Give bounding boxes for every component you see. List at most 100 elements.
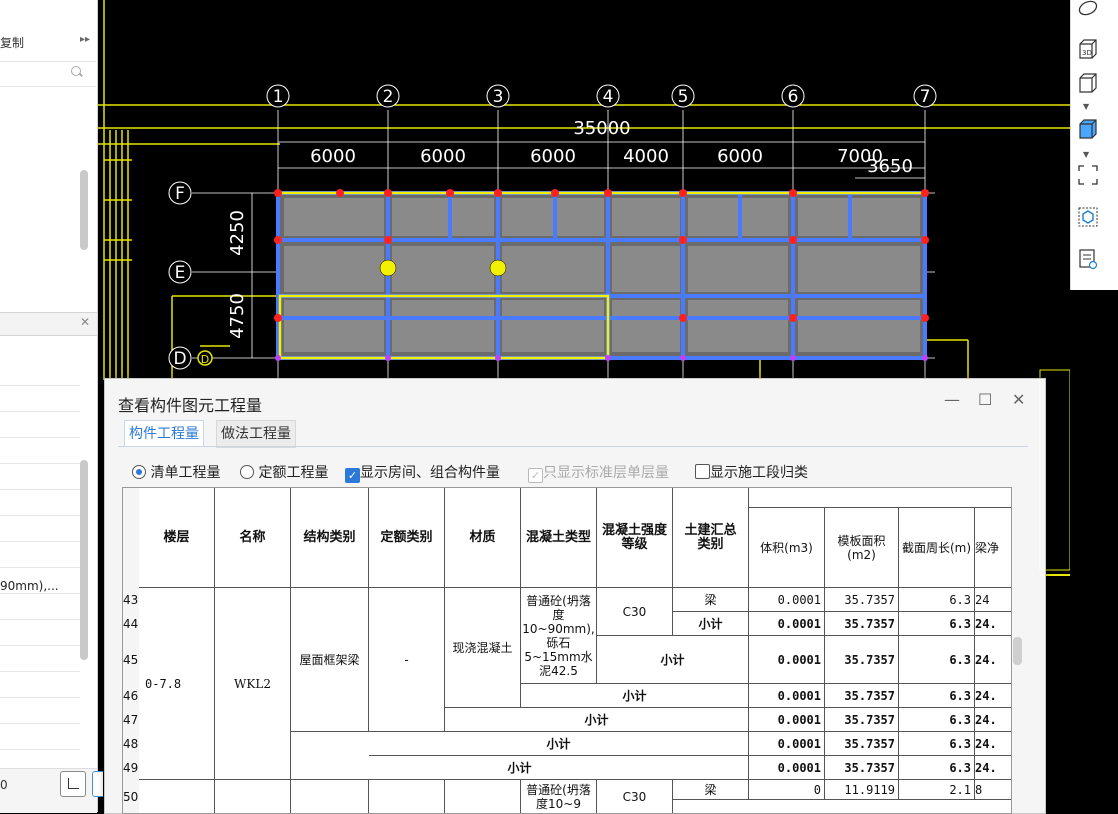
cell-subtotal[interactable]: 小计 bbox=[673, 612, 749, 636]
cell-volume[interactable]: 0 bbox=[749, 780, 825, 800]
cell-floor[interactable]: 0-7.8 bbox=[139, 588, 215, 780]
orbit-icon[interactable] bbox=[1077, 0, 1099, 22]
radio-bill-quantity[interactable]: 清单工程量 bbox=[132, 462, 220, 482]
cell-net[interactable]: 24 bbox=[975, 588, 1011, 612]
cell-structure[interactable] bbox=[291, 780, 369, 813]
maximize-button[interactable]: ☐ bbox=[978, 390, 992, 409]
list-item[interactable] bbox=[0, 516, 80, 542]
box-view-icon[interactable] bbox=[1077, 72, 1099, 94]
cell-formwork[interactable]: 35.7357 bbox=[825, 708, 899, 732]
list-item[interactable] bbox=[0, 386, 80, 412]
list-item[interactable] bbox=[0, 412, 80, 438]
cell-name[interactable] bbox=[215, 780, 291, 813]
list-item[interactable] bbox=[0, 464, 80, 490]
checkbox-show-stage[interactable]: 显示施工段归类 bbox=[695, 462, 808, 482]
solid-box-icon[interactable] bbox=[1077, 118, 1099, 140]
tool-button[interactable] bbox=[92, 771, 103, 797]
cell-concrete-type[interactable]: 普通砼(坍落度10~9 bbox=[521, 780, 597, 813]
cell-grade[interactable]: C30 bbox=[597, 780, 673, 813]
cell-subtotal[interactable]: 小计 bbox=[597, 636, 749, 684]
cell-perimeter[interactable]: 6.3 bbox=[899, 588, 975, 612]
cell-formwork[interactable]: 35.7357 bbox=[825, 684, 899, 708]
cell-net[interactable]: 24. bbox=[975, 732, 1011, 756]
list-item[interactable] bbox=[0, 438, 80, 464]
header-concrete-type[interactable]: 混凝土类型 bbox=[521, 488, 597, 588]
view-3d-icon[interactable]: 3D bbox=[1077, 38, 1099, 60]
cell-volume[interactable]: 0.0001 bbox=[749, 732, 825, 756]
dropdown-arrow-icon[interactable]: ▼ bbox=[1083, 102, 1089, 111]
cell-category[interactable]: 梁 bbox=[673, 588, 749, 612]
dropdown-arrow-icon[interactable]: ▼ bbox=[1083, 150, 1089, 159]
cell-structure[interactable]: 屋面框架梁 bbox=[291, 588, 369, 732]
cell-category[interactable]: 梁 bbox=[673, 780, 749, 800]
header-net-length[interactable]: 梁净 bbox=[975, 508, 1011, 588]
cell-net[interactable]: 24. bbox=[975, 756, 1011, 780]
cell-formwork[interactable]: 35.7357 bbox=[825, 588, 899, 612]
list-item[interactable] bbox=[0, 698, 80, 724]
list-view-icon[interactable] bbox=[1077, 248, 1099, 270]
cell-volume[interactable]: 0.0001 bbox=[749, 756, 825, 780]
cell-subtotal[interactable]: 小计 bbox=[521, 684, 749, 708]
cell-perimeter[interactable]: 6.3 bbox=[899, 684, 975, 708]
header-category[interactable]: 土建汇总类别 bbox=[673, 488, 749, 588]
cell-formwork[interactable]: 35.7357 bbox=[825, 756, 899, 780]
cell-net[interactable]: 24. bbox=[975, 636, 1011, 684]
header-formwork[interactable]: 模板面积(m2) bbox=[825, 508, 899, 588]
cell-formwork[interactable]: 35.7357 bbox=[825, 732, 899, 756]
header-volume[interactable]: 体积(m3) bbox=[749, 508, 825, 588]
cell-net[interactable]: 24. bbox=[975, 612, 1011, 636]
list-item[interactable] bbox=[0, 490, 80, 516]
quantity-table[interactable]: 楼层 名称 结构类别 定额类别 材质 混凝土类型 混凝土强度等级 土建汇总类别 … bbox=[122, 487, 1012, 814]
list-item[interactable] bbox=[0, 620, 80, 646]
scrollbar[interactable] bbox=[80, 170, 88, 250]
cell-material[interactable]: 现浇混凝土 bbox=[445, 588, 521, 708]
more-arrows-icon[interactable]: ▸▸ bbox=[80, 34, 90, 45]
cell-volume[interactable]: 0.0001 bbox=[749, 588, 825, 612]
cell-perimeter[interactable]: 6.3 bbox=[899, 708, 975, 732]
cell-quota[interactable] bbox=[369, 780, 445, 813]
list-item[interactable] bbox=[0, 542, 80, 568]
cell-formwork[interactable]: 35.7357 bbox=[825, 612, 899, 636]
cell-concrete-type[interactable]: 普通砼(坍落度10~90mm),砾石5~15mm水泥42.5 bbox=[521, 588, 597, 684]
cell-subtotal[interactable]: 小计 bbox=[291, 756, 749, 780]
close-button[interactable]: ✕ bbox=[1012, 390, 1025, 409]
cell-perimeter[interactable]: 6.3 bbox=[899, 732, 975, 756]
cell-net[interactable]: 24. bbox=[975, 684, 1011, 708]
header-concrete-grade[interactable]: 混凝土强度等级 bbox=[597, 488, 673, 588]
cell-perimeter[interactable]: 6.3 bbox=[899, 612, 975, 636]
checkbox-show-room[interactable]: ✓ 显示房间、组合构件量 bbox=[345, 462, 500, 483]
cell-name[interactable]: WKL2 bbox=[215, 588, 291, 780]
cell-perimeter[interactable]: 6.3 bbox=[899, 636, 975, 684]
component-select-icon[interactable] bbox=[1077, 206, 1099, 228]
cell-grade[interactable]: C30 bbox=[597, 588, 673, 636]
header-quota-type[interactable]: 定额类别 bbox=[369, 488, 445, 588]
minimize-button[interactable]: — bbox=[944, 390, 960, 409]
tab-component-quantity[interactable]: 构件工程量 bbox=[124, 420, 204, 447]
header-name[interactable]: 名称 bbox=[215, 488, 291, 588]
cell-net[interactable]: 8 bbox=[975, 780, 1011, 800]
list-item[interactable] bbox=[0, 646, 80, 672]
table-scrollbar[interactable] bbox=[1013, 637, 1022, 665]
close-icon[interactable]: ✕ bbox=[80, 315, 90, 329]
search-icon[interactable] bbox=[71, 66, 81, 76]
radio-quota-quantity[interactable]: 定额工程量 bbox=[240, 462, 328, 482]
cell-volume[interactable]: 0.0001 bbox=[749, 708, 825, 732]
cell-volume[interactable]: 0.0001 bbox=[749, 612, 825, 636]
cell-formwork[interactable]: 35.7357 bbox=[825, 636, 899, 684]
cell-material[interactable] bbox=[445, 780, 521, 813]
cell-volume[interactable]: 0.0001 bbox=[749, 684, 825, 708]
list-item[interactable] bbox=[0, 360, 80, 386]
list-item[interactable] bbox=[0, 724, 80, 750]
fullscreen-icon[interactable] bbox=[1077, 164, 1099, 186]
corner-tool-button[interactable] bbox=[60, 771, 86, 797]
tab-method-quantity[interactable]: 做法工程量 bbox=[216, 420, 296, 448]
header-structure[interactable]: 结构类别 bbox=[291, 488, 369, 588]
cell-formwork[interactable]: 11.9119 bbox=[825, 780, 899, 800]
header-floor[interactable]: 楼层 bbox=[139, 488, 215, 588]
scrollbar[interactable] bbox=[80, 460, 88, 660]
cell-volume[interactable]: 0.0001 bbox=[749, 636, 825, 684]
cell-subtotal[interactable]: 小计 bbox=[445, 708, 749, 732]
cell-net[interactable]: 24. bbox=[975, 708, 1011, 732]
cell-subtotal[interactable]: 小计 bbox=[369, 732, 749, 756]
cell-perimeter[interactable]: 6.3 bbox=[899, 756, 975, 780]
